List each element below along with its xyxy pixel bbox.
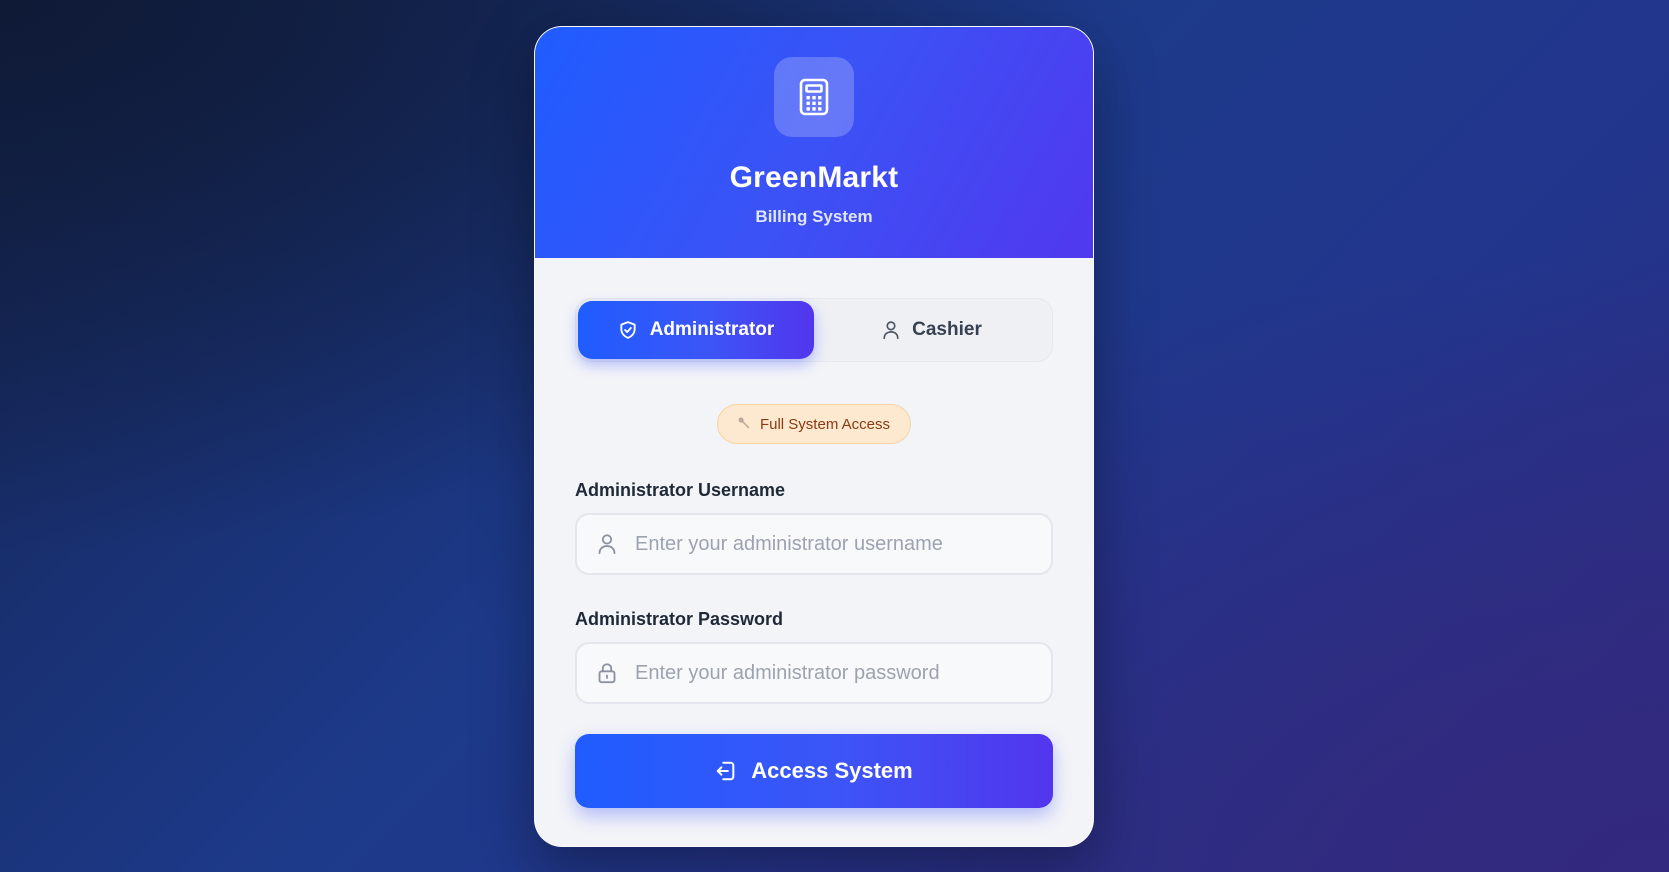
username-label: Administrator Username — [575, 480, 786, 500]
brand-title: GreenMarkt — [729, 161, 899, 194]
wrench-icon — [738, 417, 752, 431]
card-body: Administrator Cashier Full System Access… — [535, 258, 1093, 808]
card-header: GreenMarkt Billing System — [535, 27, 1093, 258]
user-icon — [597, 533, 617, 555]
password-input[interactable] — [635, 661, 1051, 685]
username-field-wrapper — [575, 513, 1053, 575]
badge-row: Full System Access — [575, 404, 1053, 444]
password-field-wrapper — [575, 642, 1053, 704]
role-toggle: Administrator Cashier — [575, 298, 1053, 362]
logo-badge — [774, 57, 854, 137]
brand-subtitle: Billing System — [755, 207, 873, 226]
access-system-button[interactable]: Access System — [575, 734, 1053, 808]
access-badge: Full System Access — [716, 404, 912, 444]
calculator-icon — [799, 78, 829, 116]
login-icon — [715, 760, 737, 782]
tab-administrator-label: Administrator — [649, 319, 775, 340]
login-card: GreenMarkt Billing System Administrator — [534, 26, 1094, 847]
shield-check-icon — [618, 320, 638, 340]
user-icon — [882, 320, 900, 340]
username-input[interactable] — [635, 532, 1051, 556]
access-system-label: Access System — [751, 758, 913, 783]
lock-icon — [597, 662, 617, 684]
tab-administrator[interactable]: Administrator — [578, 301, 814, 359]
tab-cashier[interactable]: Cashier — [814, 301, 1050, 359]
access-badge-text: Full System Access — [759, 415, 891, 433]
tab-cashier-label: Cashier — [912, 319, 982, 340]
password-label: Administrator Password — [575, 609, 784, 629]
